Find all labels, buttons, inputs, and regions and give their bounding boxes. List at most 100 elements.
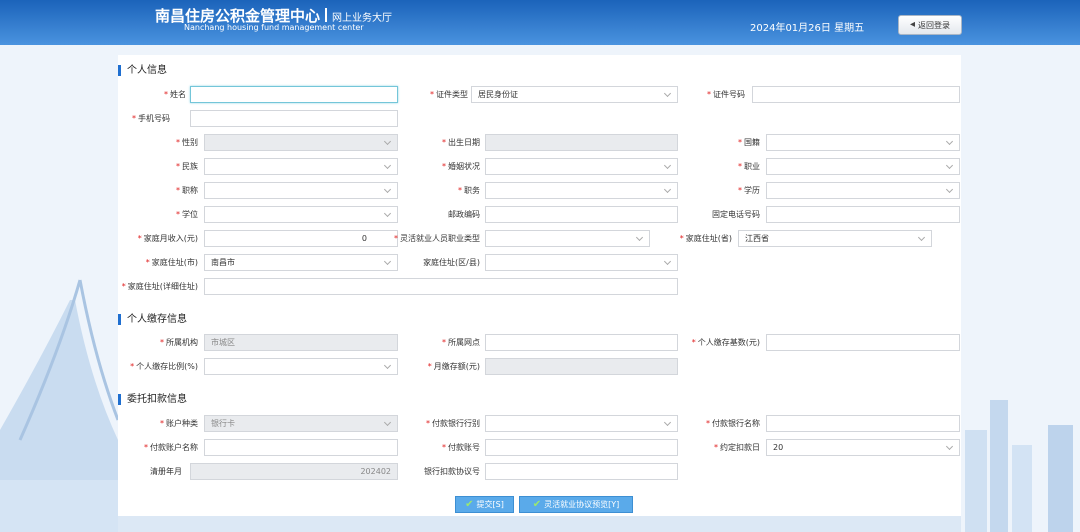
name-input[interactable] [190,86,398,103]
label-ethnicity: * 民族 [176,162,198,171]
label-position: * 职务 [458,186,480,195]
chevron-down-icon [945,442,954,451]
label-birth-date: * 出生日期 [442,138,480,147]
agreement-preview-button-label: 灵活就业协议预览[Y] [544,500,620,509]
chevron-down-icon [663,89,672,98]
ethnicity-select[interactable] [204,158,398,175]
postcode-input[interactable] [485,206,678,223]
label-acct-no: * 付款账号 [442,443,480,452]
birth-date-input[interactable] [485,134,678,151]
education-select[interactable] [766,182,960,199]
back-to-login-button[interactable]: ◂ 返回登录 [898,15,962,35]
checkmark-icon: ✔ [465,498,474,510]
agreement-preview-button[interactable]: ✔ 灵活就业协议预览[Y] [519,496,633,513]
gender-select[interactable] [204,134,398,151]
label-ratio: * 个人缴存比例(%) [130,362,198,371]
chevron-down-icon [383,209,392,218]
chevron-down-icon [945,137,954,146]
chevron-down-icon [383,361,392,370]
landline-input[interactable] [766,206,960,223]
label-title: * 职称 [176,186,198,195]
label-degree: * 学位 [176,210,198,219]
label-name: * 姓名 [164,90,186,99]
section-title-debit: 委托扣款信息 [118,394,187,405]
chevron-down-icon [383,185,392,194]
label-clear-month: 清册年月 [150,467,182,476]
bank-name-input[interactable] [766,415,960,432]
label-marital: * 婚姻状况 [442,162,480,171]
submit-button-label: 提交[S] [476,500,504,509]
chevron-down-icon [383,257,392,266]
debit-day-select[interactable]: 20 [766,439,960,456]
arrow-left-icon: ◂ [909,19,916,30]
district-select[interactable] [485,254,678,271]
occupation-select[interactable] [766,158,960,175]
label-monthly: * 月缴存额(元) [427,362,480,371]
chevron-down-icon [663,257,672,266]
submit-button[interactable]: ✔ 提交[S] [455,496,514,513]
degree-select[interactable] [204,206,398,223]
label-id-number: * 证件号码 [707,90,745,99]
title-divider [325,8,328,22]
label-debit-day: * 约定扣款日 [714,443,760,452]
label-acct-name: * 付款账户名称 [144,443,198,452]
section-title-deposit: 个人缴存信息 [118,314,187,325]
label-occupation: * 职业 [738,162,760,171]
label-branch: * 所属网点 [442,338,480,347]
monthly-input[interactable] [485,358,678,375]
section-title-personal: 个人信息 [118,65,167,76]
current-date: 2024年01月26日 星期五 [750,23,865,34]
title-select[interactable] [204,182,398,199]
label-province: * 家庭住址(省) [679,234,732,243]
clear-month-input[interactable]: 202402 [190,463,398,480]
income-input[interactable]: 0 [204,230,398,247]
label-income: * 家庭月收入(元) [137,234,198,243]
label-address: * 家庭住址(详细住址) [121,282,198,291]
label-nationality: * 国籍 [738,138,760,147]
back-to-login-label: 返回登录 [918,20,951,30]
chevron-down-icon [945,161,954,170]
label-gender: * 性别 [176,138,198,147]
flex-type-select[interactable] [485,230,650,247]
base-input[interactable] [766,334,960,351]
label-postcode: 邮政编码 [448,210,480,219]
header-bar: 南昌住房公积金管理中心 网上业务大厅 Nanchang housing fund … [0,0,1080,45]
label-bank-name: * 付款银行名称 [706,419,760,428]
nationality-select[interactable] [766,134,960,151]
label-agreement-no: 银行扣款协议号 [424,467,480,476]
checkmark-icon: ✔ [532,498,542,510]
chevron-down-icon [945,185,954,194]
chevron-down-icon [635,233,644,242]
acct-type-select[interactable]: 银行卡 [204,415,398,432]
bank-line-select[interactable] [485,415,678,432]
label-bank-line: * 付款银行行别 [426,419,480,428]
chevron-down-icon [663,418,672,427]
label-flex-type: * 灵活就业人员职业类型 [394,234,480,243]
label-education: * 学历 [738,186,760,195]
address-input[interactable] [204,278,678,295]
chevron-down-icon [383,418,392,427]
city-select[interactable]: 南昌市 [204,254,398,271]
position-select[interactable] [485,182,678,199]
id-type-select[interactable]: 居民身份证 [471,86,678,103]
branch-input[interactable] [485,334,678,351]
marital-select[interactable] [485,158,678,175]
id-number-input[interactable] [752,86,960,103]
org-input[interactable]: 市城区 [204,334,398,351]
label-landline: 固定电话号码 [712,210,760,219]
chevron-down-icon [663,161,672,170]
acct-name-input[interactable] [204,439,398,456]
label-id-type: * 证件类型 [430,90,468,99]
label-base: * 个人缴存基数(元) [691,338,760,347]
ratio-select[interactable] [204,358,398,375]
chevron-down-icon [663,185,672,194]
chevron-down-icon [917,233,926,242]
chevron-down-icon [383,161,392,170]
label-org: * 所属机构 [160,338,198,347]
province-select[interactable]: 江西省 [738,230,932,247]
label-phone: * 手机号码 [132,114,170,123]
acct-no-input[interactable] [485,439,678,456]
phone-input[interactable] [190,110,398,127]
site-title-english: Nanchang housing fund management center [184,23,364,32]
agreement-no-input[interactable] [485,463,678,480]
